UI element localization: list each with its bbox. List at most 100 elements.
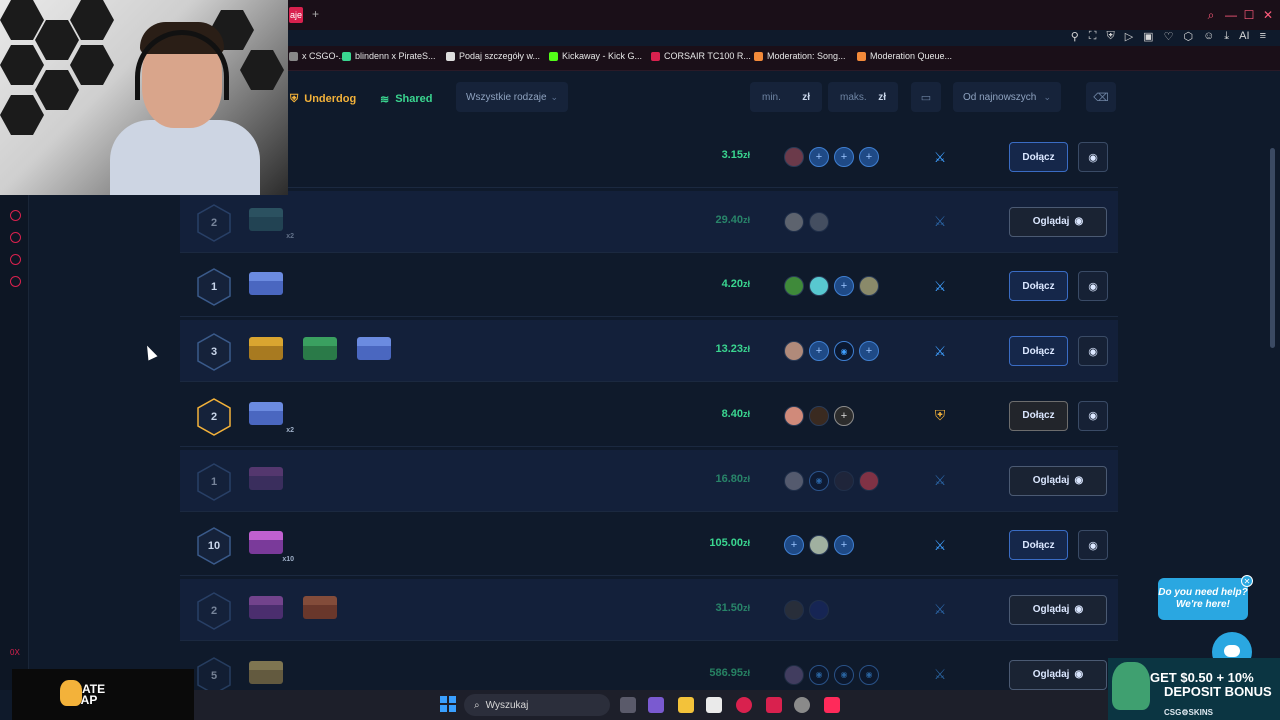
new-tab-button[interactable]: + (312, 7, 324, 21)
player-avatar (859, 470, 879, 491)
tiktok-icon[interactable] (824, 697, 840, 713)
watch-button[interactable]: Oglądaj ◉ (1009, 206, 1107, 237)
swords-icon: ⚔ (933, 666, 947, 683)
player-avatar (784, 470, 804, 491)
store-icon[interactable] (706, 697, 722, 713)
account-icon[interactable]: ☺ (1203, 30, 1214, 46)
close-window-button[interactable]: ✕ (1261, 8, 1275, 22)
view-battle-button[interactable]: ◉ (1078, 336, 1108, 367)
join-button[interactable]: Dołącz (1009, 142, 1068, 172)
watch-button[interactable]: Oglądaj ◉ (1009, 465, 1107, 496)
taskbar-search[interactable]: ⌕ Wyszukaj (464, 694, 610, 716)
bookmark-item[interactable]: Kickaway - Kick G... (549, 51, 642, 61)
menu-icon[interactable]: ≡ (1260, 30, 1266, 46)
maximize-button[interactable]: ☐ (1242, 8, 1256, 22)
shield-icon[interactable]: ⛨ (1106, 30, 1114, 46)
settings-icon[interactable] (10, 276, 21, 287)
join-slot-button[interactable]: + (859, 341, 879, 362)
sort-select[interactable]: Od najnowszych ⌄ (953, 82, 1061, 112)
bookmark-item[interactable]: Moderation Queue... (857, 51, 952, 61)
download-icon[interactable]: ⤓ (1224, 30, 1229, 46)
deposit-bonus-banner[interactable]: GET $0.50 + 10% DEPOSIT BONUS CSG⚙SKINS (1108, 658, 1280, 720)
task-view-icon[interactable] (620, 697, 636, 713)
battle-filters: ⛨ Underdog ≋ Shared Wszystkie rodzaje ⌄ … (180, 70, 1120, 126)
join-button[interactable]: Dołącz (1009, 400, 1068, 431)
join-slot-button[interactable]: + (834, 276, 854, 297)
view-battle-button[interactable]: ◉ (1078, 142, 1108, 172)
view-battle-button[interactable]: ◉ (1078, 400, 1108, 431)
battle-row: 2 x2 29.40zł ⚔ Oglądaj ◉ (180, 190, 1118, 253)
shield-icon: ⛨ (290, 92, 299, 105)
play-icon[interactable]: ▷ (1125, 30, 1133, 46)
battle-row: 10 x10 105.00zł + + ⚔ Dołącz ◉ (180, 514, 1118, 577)
bookmark-label: x CSGO-... (302, 51, 347, 61)
help-bubble[interactable]: Do you need help? We're here! (1158, 578, 1248, 620)
join-slot-button[interactable]: + (834, 535, 854, 556)
shared-filter[interactable]: ≋ Shared (380, 86, 433, 112)
join-slot-button[interactable]: + (834, 405, 854, 426)
bookmark-item[interactable]: blindenn x PirateS... (342, 51, 436, 61)
case-icon (300, 593, 340, 623)
price-value: 31.50 (715, 601, 743, 614)
bookmark-label: CORSAIR TC100 R... (664, 51, 751, 61)
player-avatar (809, 599, 829, 620)
rail-footer-icon: 0X (10, 648, 20, 657)
type-select[interactable]: Wszystkie rodzaje ⌄ (456, 82, 568, 112)
round-count-badge: 1 (196, 267, 232, 307)
taskbar-search-label: Wyszukaj (485, 699, 529, 711)
ai-button[interactable]: AI (1239, 30, 1249, 46)
cases-icon[interactable] (10, 254, 21, 265)
watch-button[interactable]: Oglądaj ◉ (1009, 659, 1107, 690)
join-slot-button[interactable]: + (809, 147, 829, 167)
screenshot-icon[interactable]: ⛶ (1089, 30, 1097, 46)
copilot-icon[interactable] (648, 697, 664, 713)
box-filter-button[interactable]: ▭ (911, 82, 941, 112)
opera-gx-icon[interactable] (736, 697, 752, 713)
join-button[interactable]: Dołącz (1009, 336, 1068, 367)
join-slot-button[interactable]: + (859, 147, 879, 167)
explorer-icon[interactable] (678, 697, 694, 713)
extensions-icon[interactable]: ⬡ (1183, 30, 1193, 46)
bookmark-item[interactable]: Moderation: Song... (754, 51, 846, 61)
bookmark-label: Moderation Queue... (870, 51, 953, 61)
bookmark-favicon-icon (651, 51, 660, 61)
pin-icon[interactable]: ⚲ (1071, 30, 1079, 46)
join-slot-button[interactable]: + (834, 147, 854, 167)
battle-price: 31.50zł (670, 602, 750, 614)
join-button[interactable]: Dołącz (1009, 530, 1068, 561)
active-tab[interactable]: aje (289, 7, 303, 23)
minimize-button[interactable]: — (1224, 8, 1238, 22)
mascot-icon (1112, 662, 1150, 710)
round-count: 10 (207, 540, 221, 553)
bookmark-item[interactable]: CORSAIR TC100 R... (651, 51, 751, 61)
join-button[interactable]: Dołącz (1009, 271, 1068, 302)
page-scrollbar[interactable] (1270, 148, 1275, 348)
battle-row: 1 4.20zł + ⚔ Dołącz ◉ (180, 255, 1118, 318)
join-slot-button[interactable]: + (809, 341, 829, 362)
app-icon[interactable] (766, 697, 782, 713)
clear-filters-button[interactable]: ⌫ (1086, 82, 1116, 112)
min-price-input[interactable]: min. zł (750, 82, 822, 112)
battles-icon[interactable] (10, 210, 21, 221)
bookmark-label: blindenn x PirateS... (355, 51, 436, 61)
join-slot-button[interactable]: + (784, 535, 804, 556)
close-icon[interactable]: ✕ (1241, 575, 1253, 587)
chevron-down-icon: ⌄ (550, 91, 558, 102)
view-battle-button[interactable]: ◉ (1078, 530, 1108, 561)
price-value: 13.23 (715, 343, 743, 356)
bookmark-item[interactable]: Podaj szczegóły w... (446, 51, 540, 61)
bookmark-item[interactable]: x CSGO-... (289, 51, 346, 61)
max-price-input[interactable]: maks. zł (828, 82, 898, 112)
watch-button[interactable]: Oglądaj ◉ (1009, 594, 1107, 625)
action-label: Dołącz (1022, 345, 1055, 357)
windows-start-icon[interactable] (440, 696, 456, 712)
underdog-filter[interactable]: ⛨ Underdog (290, 86, 356, 112)
battle-row: 2 x2 8.40zł + ⛨ Dołącz ◉ (180, 385, 1118, 447)
steam-icon[interactable] (794, 697, 810, 713)
wallet-icon[interactable]: ▣ (1143, 30, 1153, 46)
history-icon[interactable] (10, 232, 21, 243)
heart-icon[interactable]: ♡ (1164, 30, 1174, 46)
round-count-badge: 3 (196, 332, 232, 372)
search-icon[interactable]: ⌕ (1204, 8, 1218, 22)
view-battle-button[interactable]: ◉ (1078, 271, 1108, 302)
